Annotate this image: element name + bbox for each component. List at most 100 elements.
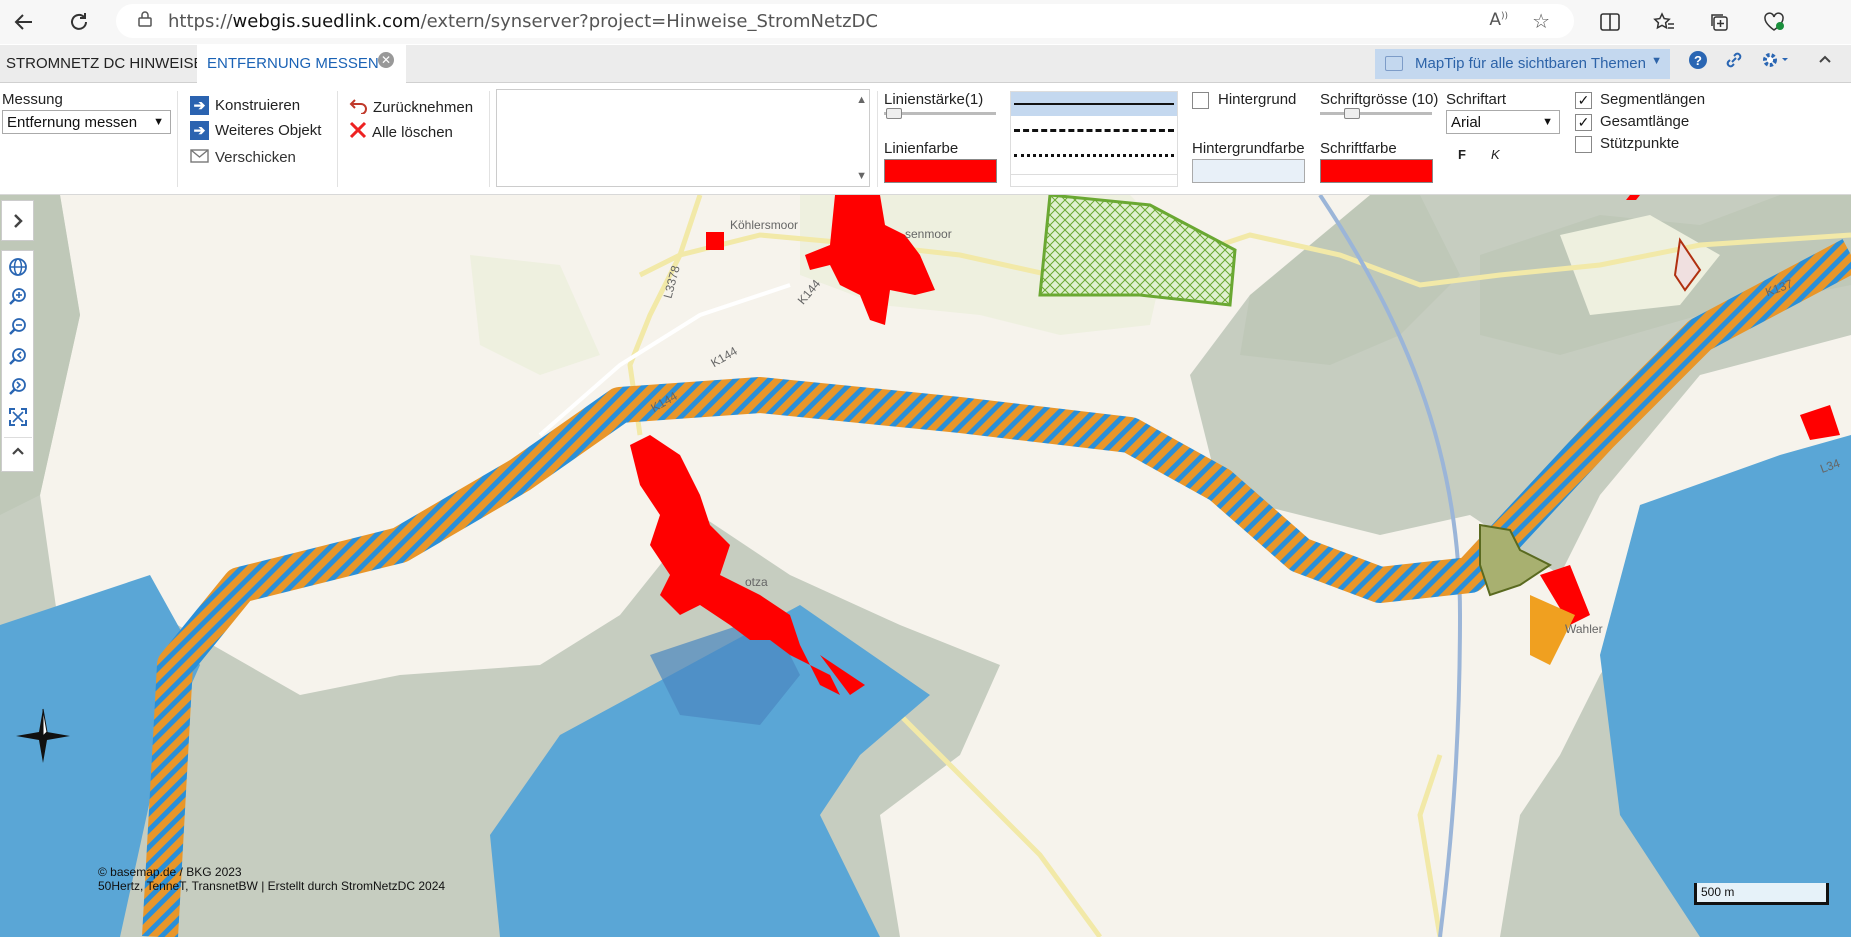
stuetzpunkte-label: Stützpunkte — [1600, 135, 1680, 152]
verschicken-label: Verschicken — [215, 148, 296, 166]
line-style-dashed[interactable] — [1014, 129, 1174, 132]
favorites-icon[interactable] — [1650, 8, 1678, 36]
segmentlaengen-label: Segmentlängen — [1600, 91, 1706, 108]
reload-icon[interactable] — [65, 8, 93, 36]
zoom-in-icon[interactable] — [7, 287, 29, 309]
tab-entfernung-messen[interactable]: ENTFERNUNG MESSEN ✕ — [197, 45, 406, 83]
collapse-up-icon[interactable] — [1817, 50, 1833, 73]
hintergrundfarbe-swatch[interactable] — [1192, 159, 1305, 183]
verschicken-button[interactable]: Verschicken — [190, 147, 296, 167]
url-prefix: https:// — [168, 10, 233, 32]
zoom-extent-icon[interactable] — [7, 407, 29, 429]
chevron-down-icon: ▼ — [1542, 116, 1553, 128]
settings-gear-icon[interactable] — [1760, 50, 1790, 76]
zoom-out-icon[interactable] — [7, 317, 29, 339]
alle-loeschen-label: Alle löschen — [372, 123, 453, 141]
map-svg — [0, 195, 1851, 937]
svg-text:?: ? — [1694, 53, 1702, 68]
collections-icon[interactable] — [1705, 8, 1733, 36]
line-style-picker[interactable] — [1010, 91, 1178, 187]
place-label: Köhlersmoor — [730, 218, 799, 232]
collapse-up-icon[interactable] — [7, 443, 29, 465]
browser-toolbar: https://webgis.suedlink.com/extern/synse… — [0, 0, 1851, 44]
divider — [4, 437, 32, 438]
bold-button[interactable]: F — [1458, 147, 1466, 162]
scroll-up-icon[interactable]: ▲ — [856, 94, 867, 106]
delete-x-icon — [349, 121, 367, 143]
tab-stromnetz-hinweise[interactable]: STROMNETZ DC HINWEISE — [0, 45, 210, 83]
read-aloud-icon[interactable]: A)) — [1489, 10, 1508, 30]
envelope-icon — [190, 147, 209, 167]
back-icon[interactable] — [10, 8, 38, 36]
link-icon[interactable] — [1724, 50, 1744, 76]
linienstaerke-slider[interactable] — [884, 108, 996, 119]
split-screen-icon[interactable] — [1596, 8, 1624, 36]
url-host: webgis.suedlink.com — [232, 10, 421, 32]
maptip-icon — [1385, 56, 1403, 71]
close-tab-icon[interactable]: ✕ — [378, 52, 394, 68]
globe-icon[interactable] — [7, 257, 29, 279]
map-canvas[interactable]: Köhlersmoor senmoor otza Wahler L3378 K1… — [0, 195, 1851, 937]
slider-handle[interactable] — [886, 108, 902, 119]
divider — [337, 91, 338, 187]
slider-handle[interactable] — [1344, 108, 1360, 119]
expand-panel-button[interactable] — [1, 200, 34, 241]
linienstaerke-label: Linienstärke(1) — [884, 91, 984, 108]
schriftfarbe-label: Schriftfarbe — [1320, 140, 1397, 157]
tab-entfernung-messen-label: ENTFERNUNG MESSEN — [207, 55, 379, 72]
italic-button[interactable]: K — [1491, 147, 1500, 162]
measure-toolbar: Messung Entfernung messen ▼ ➔ Konstruier… — [0, 83, 1851, 195]
messung-select-value: Entfernung messen — [7, 114, 138, 131]
app-tab-bar: STROMNETZ DC HINWEISE ENTFERNUNG MESSEN … — [0, 45, 1851, 83]
place-label: Wahler — [1565, 622, 1603, 636]
undo-icon — [349, 96, 369, 118]
settlement-area[interactable] — [1626, 195, 1640, 200]
schriftart-select[interactable]: Arial ▼ — [1446, 110, 1560, 134]
hintergrund-label: Hintergrund — [1218, 91, 1297, 108]
browser-health-icon[interactable] — [1760, 8, 1788, 36]
settlement-area[interactable] — [706, 232, 724, 250]
hintergrund-checkbox[interactable] — [1192, 92, 1209, 109]
place-label: otza — [745, 575, 768, 589]
lock-icon — [138, 11, 152, 31]
weiteres-objekt-button[interactable]: ➔ Weiteres Objekt — [190, 121, 321, 140]
maptip-dropdown[interactable]: MapTip für alle sichtbaren Themen ▼ — [1375, 49, 1670, 79]
measure-results-textarea[interactable]: ▲ ▼ — [496, 89, 870, 187]
weiteres-objekt-label: Weiteres Objekt — [215, 122, 322, 139]
arrow-right-icon: ➔ — [190, 96, 209, 115]
line-style-solid[interactable] — [1014, 103, 1174, 105]
zuruecknehmen-label: Zurücknehmen — [373, 98, 474, 116]
linienfarbe-swatch[interactable] — [884, 159, 997, 183]
schriftgroesse-slider[interactable] — [1320, 108, 1432, 119]
attribution-line-1: © basemap.de / BKG 2023 — [98, 865, 242, 879]
gesamtlaenge-checkbox[interactable]: ✓ — [1575, 114, 1592, 131]
segmentlaengen-checkbox[interactable]: ✓ — [1575, 92, 1592, 109]
scroll-down-icon[interactable]: ▼ — [856, 170, 867, 182]
divider — [877, 91, 878, 187]
favorite-star-icon[interactable]: ☆ — [1532, 9, 1550, 33]
attribution-line-2: 50Hertz, TenneT, TransnetBW | Erstellt d… — [98, 879, 446, 893]
messung-select[interactable]: Entfernung messen ▼ — [2, 110, 171, 134]
zuruecknehmen-button[interactable]: Zurücknehmen — [349, 96, 473, 118]
alle-loeschen-button[interactable]: Alle löschen — [349, 121, 453, 143]
konstruieren-button[interactable]: ➔ Konstruieren — [190, 96, 300, 115]
maptip-label: MapTip für alle sichtbaren Themen — [1415, 55, 1646, 72]
address-bar[interactable]: https://webgis.suedlink.com/extern/synse… — [116, 4, 1574, 38]
scale-bar: 500 m — [1694, 883, 1829, 905]
zoom-forward-icon[interactable] — [7, 377, 29, 399]
line-style-dotted[interactable] — [1014, 154, 1174, 157]
stuetzpunkte-checkbox[interactable] — [1575, 136, 1592, 153]
divider — [489, 91, 490, 187]
map-navigation-toolbar — [1, 250, 34, 472]
help-icon[interactable]: ? — [1688, 50, 1708, 76]
hintergrundfarbe-label: Hintergrundfarbe — [1192, 140, 1305, 157]
schriftfarbe-swatch[interactable] — [1320, 159, 1433, 183]
map-attribution: © basemap.de / BKG 2023 50Hertz, TenneT,… — [98, 865, 445, 893]
zoom-back-icon[interactable] — [7, 347, 29, 369]
messung-label: Messung — [2, 91, 63, 108]
gesamtlaenge-label: Gesamtlänge — [1600, 113, 1690, 130]
schriftgroesse-label: Schriftgrösse (10) — [1320, 91, 1439, 108]
schriftart-label: Schriftart — [1446, 91, 1507, 108]
compass-rose-icon — [14, 707, 72, 768]
divider — [1011, 174, 1177, 175]
